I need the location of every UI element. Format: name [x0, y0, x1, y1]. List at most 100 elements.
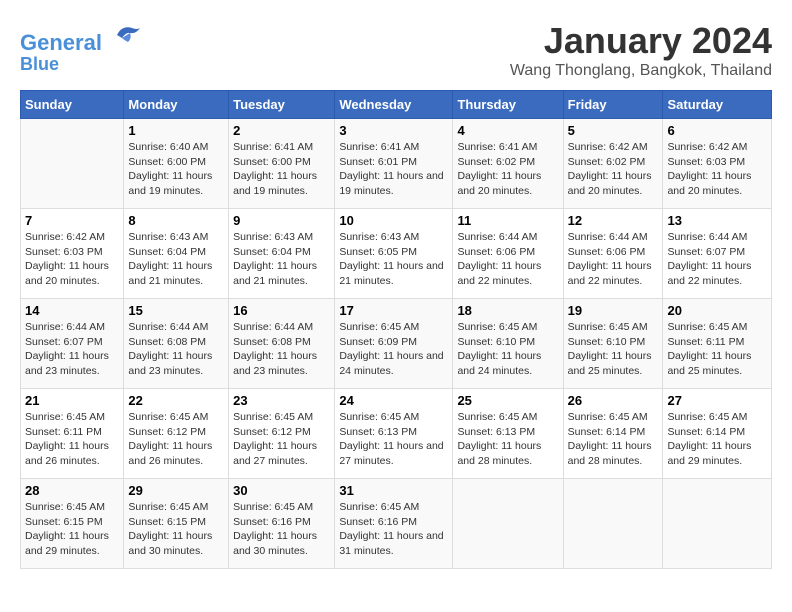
day-detail: Sunrise: 6:40 AMSunset: 6:00 PMDaylight:…: [128, 140, 224, 199]
calendar-cell: 22 Sunrise: 6:45 AMSunset: 6:12 PMDaylig…: [124, 389, 229, 479]
logo-blue: Blue: [20, 54, 59, 74]
calendar-cell: 16 Sunrise: 6:44 AMSunset: 6:08 PMDaylig…: [229, 299, 335, 389]
day-detail: Sunrise: 6:44 AMSunset: 6:08 PMDaylight:…: [128, 320, 224, 379]
calendar-cell: 27 Sunrise: 6:45 AMSunset: 6:14 PMDaylig…: [663, 389, 772, 479]
day-detail: Sunrise: 6:45 AMSunset: 6:13 PMDaylight:…: [339, 410, 448, 469]
calendar-cell: 24 Sunrise: 6:45 AMSunset: 6:13 PMDaylig…: [335, 389, 453, 479]
calendar-week-row: 14 Sunrise: 6:44 AMSunset: 6:07 PMDaylig…: [21, 299, 772, 389]
weekday-header-thursday: Thursday: [453, 91, 563, 119]
calendar-cell: 11 Sunrise: 6:44 AMSunset: 6:06 PMDaylig…: [453, 209, 563, 299]
weekday-header-sunday: Sunday: [21, 91, 124, 119]
day-number: 29: [128, 483, 224, 498]
day-number: 13: [667, 213, 767, 228]
calendar-cell: [563, 479, 663, 569]
day-number: 17: [339, 303, 448, 318]
day-detail: Sunrise: 6:45 AMSunset: 6:14 PMDaylight:…: [667, 410, 767, 469]
day-detail: Sunrise: 6:45 AMSunset: 6:16 PMDaylight:…: [339, 500, 448, 559]
calendar-cell: 25 Sunrise: 6:45 AMSunset: 6:13 PMDaylig…: [453, 389, 563, 479]
day-detail: Sunrise: 6:41 AMSunset: 6:01 PMDaylight:…: [339, 140, 448, 199]
day-number: 6: [667, 123, 767, 138]
calendar-cell: 23 Sunrise: 6:45 AMSunset: 6:12 PMDaylig…: [229, 389, 335, 479]
day-number: 7: [25, 213, 119, 228]
weekday-header-monday: Monday: [124, 91, 229, 119]
day-number: 16: [233, 303, 330, 318]
day-number: 25: [457, 393, 558, 408]
day-number: 30: [233, 483, 330, 498]
logo: General Blue: [20, 20, 142, 75]
calendar-week-row: 7 Sunrise: 6:42 AMSunset: 6:03 PMDayligh…: [21, 209, 772, 299]
calendar-cell: 5 Sunrise: 6:42 AMSunset: 6:02 PMDayligh…: [563, 119, 663, 209]
day-detail: Sunrise: 6:45 AMSunset: 6:15 PMDaylight:…: [25, 500, 119, 559]
day-detail: Sunrise: 6:43 AMSunset: 6:04 PMDaylight:…: [233, 230, 330, 289]
calendar-week-row: 28 Sunrise: 6:45 AMSunset: 6:15 PMDaylig…: [21, 479, 772, 569]
day-number: 22: [128, 393, 224, 408]
calendar-cell: 26 Sunrise: 6:45 AMSunset: 6:14 PMDaylig…: [563, 389, 663, 479]
day-detail: Sunrise: 6:43 AMSunset: 6:05 PMDaylight:…: [339, 230, 448, 289]
calendar-cell: 6 Sunrise: 6:42 AMSunset: 6:03 PMDayligh…: [663, 119, 772, 209]
calendar-cell: 10 Sunrise: 6:43 AMSunset: 6:05 PMDaylig…: [335, 209, 453, 299]
day-detail: Sunrise: 6:45 AMSunset: 6:10 PMDaylight:…: [457, 320, 558, 379]
day-detail: Sunrise: 6:44 AMSunset: 6:07 PMDaylight:…: [25, 320, 119, 379]
day-detail: Sunrise: 6:45 AMSunset: 6:11 PMDaylight:…: [667, 320, 767, 379]
calendar-cell: 19 Sunrise: 6:45 AMSunset: 6:10 PMDaylig…: [563, 299, 663, 389]
logo-bird-icon: [112, 20, 142, 50]
calendar-cell: 9 Sunrise: 6:43 AMSunset: 6:04 PMDayligh…: [229, 209, 335, 299]
calendar-cell: 8 Sunrise: 6:43 AMSunset: 6:04 PMDayligh…: [124, 209, 229, 299]
day-detail: Sunrise: 6:43 AMSunset: 6:04 PMDaylight:…: [128, 230, 224, 289]
calendar-cell: 28 Sunrise: 6:45 AMSunset: 6:15 PMDaylig…: [21, 479, 124, 569]
day-number: 10: [339, 213, 448, 228]
day-number: 9: [233, 213, 330, 228]
day-detail: Sunrise: 6:41 AMSunset: 6:02 PMDaylight:…: [457, 140, 558, 199]
calendar-cell: 30 Sunrise: 6:45 AMSunset: 6:16 PMDaylig…: [229, 479, 335, 569]
day-detail: Sunrise: 6:44 AMSunset: 6:06 PMDaylight:…: [568, 230, 659, 289]
logo-general: General: [20, 30, 102, 55]
title-area: January 2024 Wang Thonglang, Bangkok, Th…: [510, 20, 772, 80]
calendar-cell: 14 Sunrise: 6:44 AMSunset: 6:07 PMDaylig…: [21, 299, 124, 389]
weekday-header-tuesday: Tuesday: [229, 91, 335, 119]
day-number: 28: [25, 483, 119, 498]
month-title: January 2024: [510, 20, 772, 62]
calendar-cell: 21 Sunrise: 6:45 AMSunset: 6:11 PMDaylig…: [21, 389, 124, 479]
day-number: 31: [339, 483, 448, 498]
day-detail: Sunrise: 6:44 AMSunset: 6:07 PMDaylight:…: [667, 230, 767, 289]
day-number: 5: [568, 123, 659, 138]
day-number: 18: [457, 303, 558, 318]
day-detail: Sunrise: 6:44 AMSunset: 6:08 PMDaylight:…: [233, 320, 330, 379]
day-number: 4: [457, 123, 558, 138]
calendar-cell: 31 Sunrise: 6:45 AMSunset: 6:16 PMDaylig…: [335, 479, 453, 569]
calendar-cell: 17 Sunrise: 6:45 AMSunset: 6:09 PMDaylig…: [335, 299, 453, 389]
day-number: 15: [128, 303, 224, 318]
calendar-cell: [21, 119, 124, 209]
calendar-cell: 1 Sunrise: 6:40 AMSunset: 6:00 PMDayligh…: [124, 119, 229, 209]
day-detail: Sunrise: 6:45 AMSunset: 6:13 PMDaylight:…: [457, 410, 558, 469]
page-header: General Blue January 2024 Wang Thonglang…: [20, 20, 772, 80]
weekday-header-saturday: Saturday: [663, 91, 772, 119]
day-detail: Sunrise: 6:41 AMSunset: 6:00 PMDaylight:…: [233, 140, 330, 199]
calendar-cell: [453, 479, 563, 569]
weekday-header-friday: Friday: [563, 91, 663, 119]
day-number: 19: [568, 303, 659, 318]
day-detail: Sunrise: 6:45 AMSunset: 6:15 PMDaylight:…: [128, 500, 224, 559]
day-detail: Sunrise: 6:45 AMSunset: 6:12 PMDaylight:…: [233, 410, 330, 469]
calendar-cell: [663, 479, 772, 569]
day-number: 26: [568, 393, 659, 408]
day-detail: Sunrise: 6:44 AMSunset: 6:06 PMDaylight:…: [457, 230, 558, 289]
calendar-cell: 18 Sunrise: 6:45 AMSunset: 6:10 PMDaylig…: [453, 299, 563, 389]
day-number: 20: [667, 303, 767, 318]
calendar-cell: 3 Sunrise: 6:41 AMSunset: 6:01 PMDayligh…: [335, 119, 453, 209]
day-detail: Sunrise: 6:45 AMSunset: 6:09 PMDaylight:…: [339, 320, 448, 379]
day-number: 3: [339, 123, 448, 138]
day-detail: Sunrise: 6:45 AMSunset: 6:11 PMDaylight:…: [25, 410, 119, 469]
calendar-cell: 15 Sunrise: 6:44 AMSunset: 6:08 PMDaylig…: [124, 299, 229, 389]
day-number: 8: [128, 213, 224, 228]
day-number: 24: [339, 393, 448, 408]
weekday-header-wednesday: Wednesday: [335, 91, 453, 119]
calendar-cell: 12 Sunrise: 6:44 AMSunset: 6:06 PMDaylig…: [563, 209, 663, 299]
day-number: 1: [128, 123, 224, 138]
day-detail: Sunrise: 6:45 AMSunset: 6:14 PMDaylight:…: [568, 410, 659, 469]
calendar-cell: 7 Sunrise: 6:42 AMSunset: 6:03 PMDayligh…: [21, 209, 124, 299]
calendar-cell: 4 Sunrise: 6:41 AMSunset: 6:02 PMDayligh…: [453, 119, 563, 209]
day-detail: Sunrise: 6:42 AMSunset: 6:02 PMDaylight:…: [568, 140, 659, 199]
day-detail: Sunrise: 6:45 AMSunset: 6:12 PMDaylight:…: [128, 410, 224, 469]
calendar-cell: 29 Sunrise: 6:45 AMSunset: 6:15 PMDaylig…: [124, 479, 229, 569]
